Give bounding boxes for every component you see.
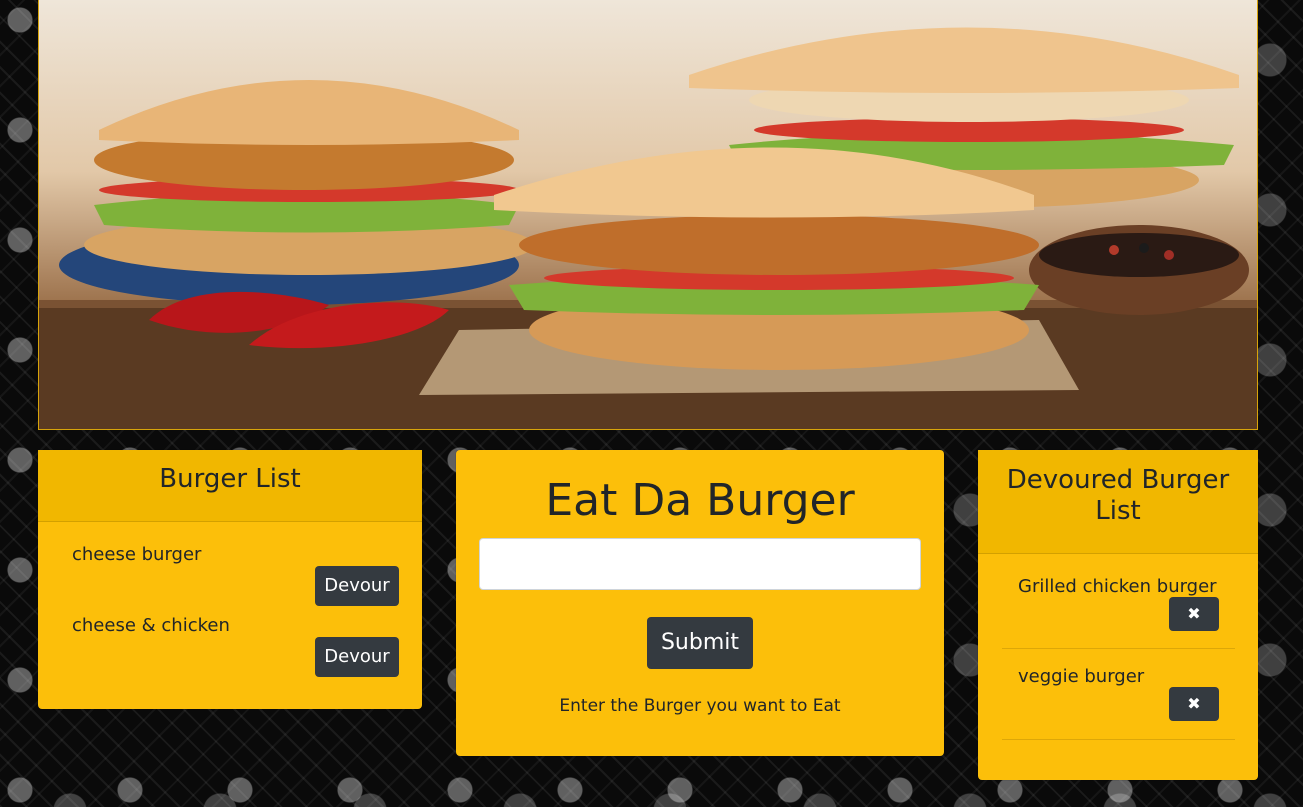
burger-list-title: Burger List bbox=[38, 450, 422, 522]
list-item: veggie burger ✖ bbox=[1002, 648, 1235, 740]
delete-button[interactable]: ✖ bbox=[1169, 687, 1219, 721]
eat-burger-card: Eat Da Burger Submit Enter the Burger yo… bbox=[456, 450, 944, 756]
burger-list-card: Burger List cheese burger Devour cheese … bbox=[38, 450, 422, 709]
submit-button[interactable]: Submit bbox=[647, 617, 753, 669]
list-item: Grilled chicken burger ✖ bbox=[1002, 554, 1235, 649]
delete-button[interactable]: ✖ bbox=[1169, 597, 1219, 631]
input-hint-text: Enter the Burger you want to Eat bbox=[559, 696, 841, 716]
devoured-item-label: veggie burger bbox=[1018, 666, 1145, 687]
devoured-list-title: Devoured Burger List bbox=[978, 450, 1258, 554]
burger-list-item-label: cheese burger bbox=[72, 544, 202, 565]
burger-illustration bbox=[39, 27, 1257, 429]
devoured-burger-list-card: Devoured Burger List Grilled chicken bur… bbox=[978, 450, 1258, 780]
close-icon: ✖ bbox=[1187, 604, 1201, 623]
close-icon: ✖ bbox=[1187, 694, 1201, 713]
devour-button[interactable]: Devour bbox=[315, 566, 399, 606]
devour-button[interactable]: Devour bbox=[315, 637, 399, 677]
page-title: Eat Da Burger bbox=[545, 475, 855, 526]
burger-list-item-label: cheese & chicken bbox=[72, 615, 230, 636]
hero-burger-image bbox=[38, 0, 1258, 430]
burger-name-input[interactable] bbox=[479, 538, 921, 590]
devoured-item-label: Grilled chicken burger bbox=[1018, 576, 1217, 597]
